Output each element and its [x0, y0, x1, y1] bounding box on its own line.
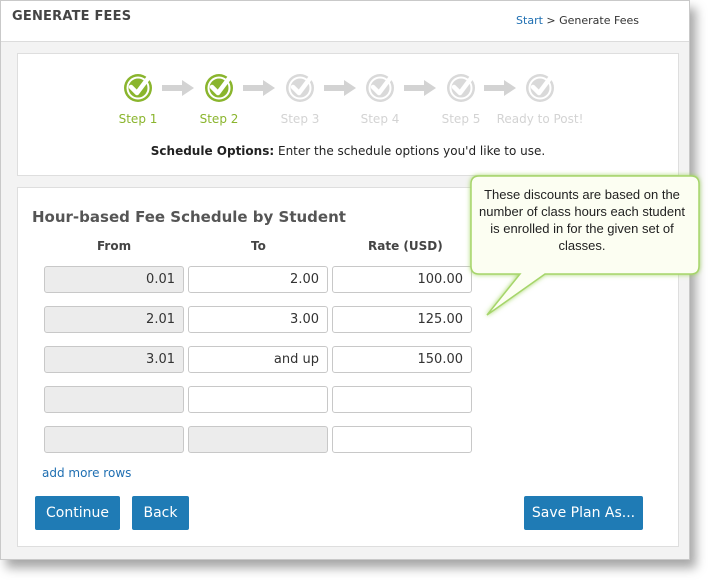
- header-bar: GENERATE FEES Start > Generate Fees: [1, 1, 689, 42]
- check-pending-icon: [445, 72, 477, 104]
- column-header-from: From: [97, 239, 132, 253]
- from-field: 2.01: [44, 306, 184, 333]
- wizard-steps: Step 1 Step 2 Step 3 Step 4 Step 5 Ready…: [18, 72, 678, 132]
- check-complete-icon: [203, 72, 235, 104]
- from-field: 3.01: [44, 346, 184, 373]
- schedule-options-text: Enter the schedule options you'd like to…: [277, 144, 546, 158]
- section-title: Hour-based Fee Schedule by Student: [32, 208, 346, 226]
- step-label: Step 5: [441, 112, 481, 126]
- breadcrumb: Start > Generate Fees: [516, 14, 639, 27]
- back-button[interactable]: Back: [132, 496, 189, 530]
- to-field: [188, 426, 328, 453]
- rate-field[interactable]: 100.00: [332, 266, 472, 293]
- breadcrumb-current: Generate Fees: [559, 14, 639, 27]
- step-label: Step 1: [118, 112, 158, 126]
- to-field[interactable]: and up: [188, 346, 328, 373]
- callout-text: These discounts are based on the number …: [479, 187, 685, 253]
- schedule-options-label: Schedule Options:: [150, 144, 275, 158]
- check-pending-icon: [364, 72, 396, 104]
- wizard-steps-panel: Step 1 Step 2 Step 3 Step 4 Step 5 Ready…: [17, 53, 679, 176]
- step-label: Step 3: [280, 112, 320, 126]
- rate-field[interactable]: 125.00: [332, 306, 472, 333]
- to-field[interactable]: 2.00: [188, 266, 328, 293]
- add-more-rows-link[interactable]: add more rows: [42, 466, 131, 480]
- breadcrumb-separator: >: [546, 14, 556, 27]
- from-field: [44, 386, 184, 413]
- step-label: Step 2: [199, 112, 239, 126]
- to-field[interactable]: 3.00: [188, 306, 328, 333]
- check-pending-icon: [524, 72, 556, 104]
- check-complete-icon: [122, 72, 154, 104]
- rate-field[interactable]: [332, 426, 472, 453]
- step-label: Ready to Post!: [496, 112, 584, 126]
- continue-button[interactable]: Continue: [35, 496, 120, 530]
- rate-field[interactable]: [332, 386, 472, 413]
- step-label: Step 4: [360, 112, 400, 126]
- save-plan-as-button[interactable]: Save Plan As...: [524, 496, 643, 530]
- page-title: GENERATE FEES: [12, 9, 132, 24]
- to-field[interactable]: [188, 386, 328, 413]
- column-header-to: To: [251, 239, 266, 253]
- from-field: 0.01: [44, 266, 184, 293]
- step-ready: Ready to Post!: [490, 72, 590, 126]
- breadcrumb-start-link[interactable]: Start: [516, 14, 543, 27]
- check-pending-icon: [284, 72, 316, 104]
- rate-field[interactable]: 150.00: [332, 346, 472, 373]
- schedule-options-instruction: Schedule Options: Enter the schedule opt…: [18, 144, 678, 158]
- column-header-rate: Rate (USD): [368, 239, 443, 253]
- from-field: [44, 426, 184, 453]
